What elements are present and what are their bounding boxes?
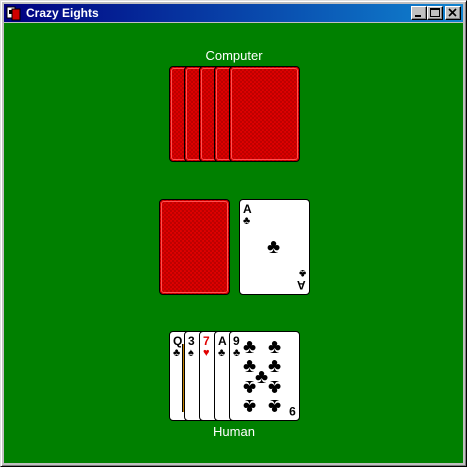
clubs-icon: ♣	[233, 347, 241, 359]
clubs-icon: ♣	[243, 376, 257, 398]
clubs-icon: ♣	[268, 336, 282, 358]
clubs-icon: ♣	[255, 366, 269, 388]
spades-icon: ♠	[188, 347, 194, 359]
card-rank: A	[218, 334, 227, 348]
clubs-icon: ♣	[173, 347, 181, 359]
maximize-icon	[430, 8, 440, 17]
app-window: Crazy Eights Computer A ♣ ♣ ♣ A Q ♣ 3 ♠ …	[0, 0, 467, 467]
clubs-icon: ♣	[298, 267, 306, 279]
title-bar[interactable]: Crazy Eights	[4, 4, 463, 22]
draw-pile[interactable]	[159, 199, 230, 295]
clubs-icon: ♣	[218, 347, 226, 359]
clubs-icon: ♣	[268, 395, 282, 417]
game-table: Computer A ♣ ♣ ♣ A Q ♣ 3 ♠ 7 ♥ A ♣ 9 ♣ ♣…	[4, 23, 463, 463]
clubs-icon: ♣	[268, 376, 282, 398]
card-rank: 9	[289, 404, 296, 418]
clubs-icon: ♣	[243, 395, 257, 417]
close-button[interactable]	[445, 6, 461, 20]
card-rank: 7	[203, 334, 210, 348]
card-rank: 3	[188, 334, 195, 348]
clubs-icon: ♣	[243, 215, 251, 227]
card-rank: A	[297, 278, 306, 292]
clubs-icon: ♣	[243, 336, 257, 358]
computer-card	[229, 66, 300, 162]
clubs-icon: ♣	[268, 355, 282, 377]
discard-pile-card[interactable]: A ♣ ♣ ♣ A	[239, 199, 310, 295]
hearts-icon: ♥	[203, 347, 210, 359]
card-rank: A	[243, 202, 252, 216]
close-icon	[448, 8, 457, 17]
card-rank: Q	[173, 334, 183, 348]
window-title: Crazy Eights	[26, 6, 99, 20]
computer-label: Computer	[205, 48, 263, 63]
human-label: Human	[213, 424, 255, 439]
maximize-button[interactable]	[427, 6, 443, 20]
minimize-button[interactable]	[411, 6, 427, 20]
clubs-icon: ♣	[267, 236, 281, 258]
card-rank: 9	[233, 334, 240, 348]
cards-app-icon[interactable]	[6, 5, 22, 21]
human-card-nine-clubs[interactable]: 9 ♣ ♣ ♣ ♣ ♣ ♣ ♣ ♣ ♣ ♣ 9	[229, 331, 300, 421]
minimize-icon	[415, 15, 421, 17]
